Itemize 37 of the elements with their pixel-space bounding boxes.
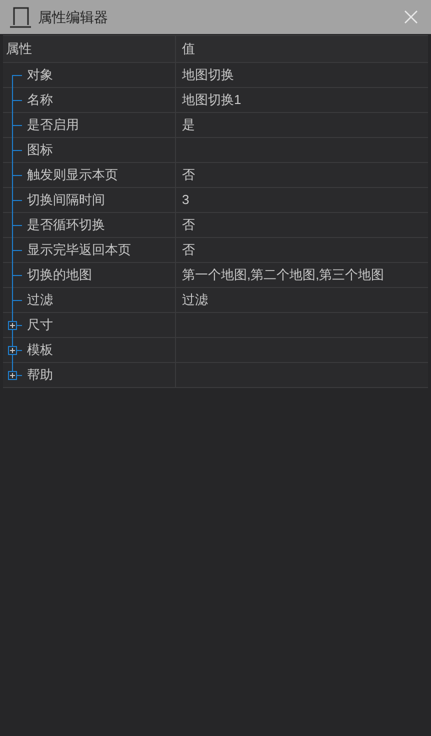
- property-name: 显示完毕返回本页: [27, 241, 131, 260]
- expand-icon[interactable]: [8, 346, 17, 355]
- tree-line: [12, 113, 22, 139]
- tree-line: [12, 188, 22, 214]
- property-name: 是否循环切换: [27, 216, 105, 234]
- tree-line: [12, 288, 22, 314]
- property-name: 图标: [27, 141, 53, 160]
- property-name: 尺寸: [27, 316, 53, 334]
- property-name: 对象: [27, 66, 53, 84]
- property-value: 否: [182, 216, 195, 234]
- window-title: 属性编辑器: [38, 8, 108, 26]
- column-header[interactable]: 值: [176, 36, 428, 62]
- property-value: 否: [182, 241, 195, 260]
- tree-line: [12, 163, 22, 189]
- property-value: 地图切换1: [182, 91, 242, 110]
- property-name: 是否启用: [27, 116, 79, 134]
- property-name: 切换的地图: [27, 266, 92, 284]
- property-name: 过滤: [27, 291, 53, 310]
- expand-icon[interactable]: [8, 321, 17, 330]
- column-header[interactable]: 属性: [3, 36, 176, 62]
- expand-icon[interactable]: [8, 371, 17, 380]
- property-value: 3: [182, 191, 190, 210]
- property-name: 模板: [27, 341, 53, 360]
- tree-line: [12, 238, 22, 264]
- property-name: 名称: [27, 91, 53, 110]
- tree-line: [12, 138, 22, 164]
- property-value: 过滤: [182, 291, 208, 310]
- property-name: 切换间隔时间: [27, 191, 105, 210]
- property-value: 地图切换: [182, 66, 234, 84]
- window-icon: [9, 6, 32, 28]
- property-name: 触发则显示本页: [27, 166, 118, 184]
- property-value: 第一个地图,第二个地图,第三个地图: [182, 266, 384, 284]
- property-value: 否: [182, 166, 195, 184]
- tree-line: [12, 263, 22, 289]
- property-value: 是: [182, 116, 195, 134]
- tree-line: [12, 213, 22, 239]
- property-name: 帮助: [27, 366, 53, 384]
